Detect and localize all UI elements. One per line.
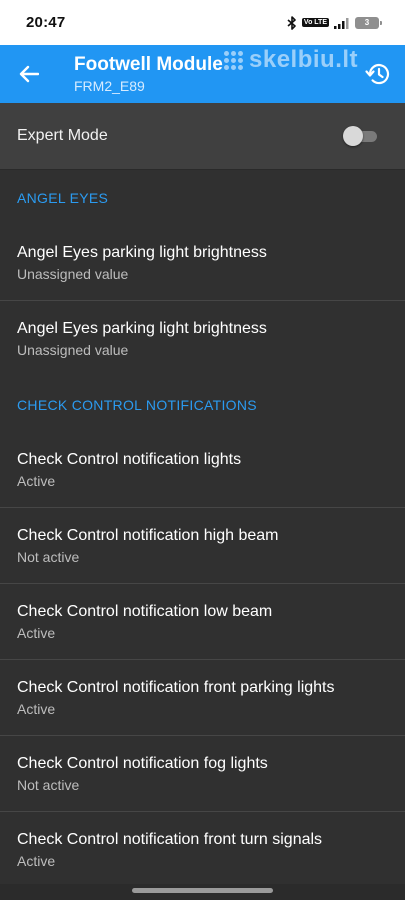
back-button[interactable] [0,45,58,103]
battery-icon: 3 [355,16,382,29]
setting-value: Active [17,700,56,717]
setting-title: Angel Eyes parking light brightness [17,243,267,261]
setting-value: Unassigned value [17,342,129,358]
setting-title: Check Control notification front parking… [17,678,335,696]
setting-row[interactable]: Angel Eyes parking light brightness Unas… [0,225,405,301]
setting-row[interactable]: Check Control notification front parking… [0,660,405,736]
setting-value: Not active [17,548,80,565]
section-header-angel-eyes: ANGEL EYES [17,189,109,206]
setting-title: Check Control notification high beam [17,526,279,544]
section-header-check-control: CHECK CONTROL NOTIFICATIONS [17,396,257,413]
setting-row[interactable]: Angel Eyes parking light brightness Unas… [0,301,405,377]
setting-value: Unassigned value [17,265,129,282]
back-arrow-icon [19,65,39,83]
setting-value: Not active [17,776,80,793]
app-bar: Footwell Module FRM2_E89 skelbiu.lt [0,45,405,103]
volte-badge: Vo LTE [301,18,329,27]
signal-icon [334,17,350,29]
status-icons: Vo LTE 3 [287,15,382,30]
setting-title: Check Control notification low beam [17,602,273,620]
setting-title: Check Control notification front turn si… [17,831,323,848]
page-subtitle: FRM2_E89 [74,77,145,94]
battery-level: 3 [364,18,370,27]
setting-value: Active [17,853,56,869]
setting-title: Check Control notification fog lights [17,754,268,772]
expert-mode-toggle[interactable] [343,126,377,146]
setting-row[interactable]: Check Control notification low beam Acti… [0,584,405,660]
setting-title: Check Control notification lights [17,450,242,468]
expert-mode-row[interactable]: Expert Mode [0,103,405,170]
history-button[interactable] [351,45,403,103]
expert-mode-label: Expert Mode [17,127,108,144]
setting-title: Angel Eyes parking light brightness [17,320,267,337]
setting-row[interactable]: Check Control notification fog lights No… [0,736,405,812]
setting-row[interactable]: Check Control notification lights Active [0,432,405,508]
setting-row[interactable]: Check Control notification high beam Not… [0,508,405,584]
home-gesture-handle[interactable] [132,888,273,893]
page-title: Footwell Module [74,53,223,75]
history-icon [365,64,390,85]
app-bar-titles: Footwell Module FRM2_E89 [58,54,351,95]
status-bar: 20:47 Vo LTE 3 [0,0,405,45]
setting-row[interactable]: Check Control notification front turn si… [0,812,405,888]
setting-value: Active [17,472,56,489]
setting-value: Active [17,624,56,641]
bluetooth-icon [287,15,297,30]
status-time: 20:47 [26,14,66,31]
settings-list: ANGEL EYES Angel Eyes parking light brig… [0,170,405,888]
toggle-thumb [343,126,363,146]
